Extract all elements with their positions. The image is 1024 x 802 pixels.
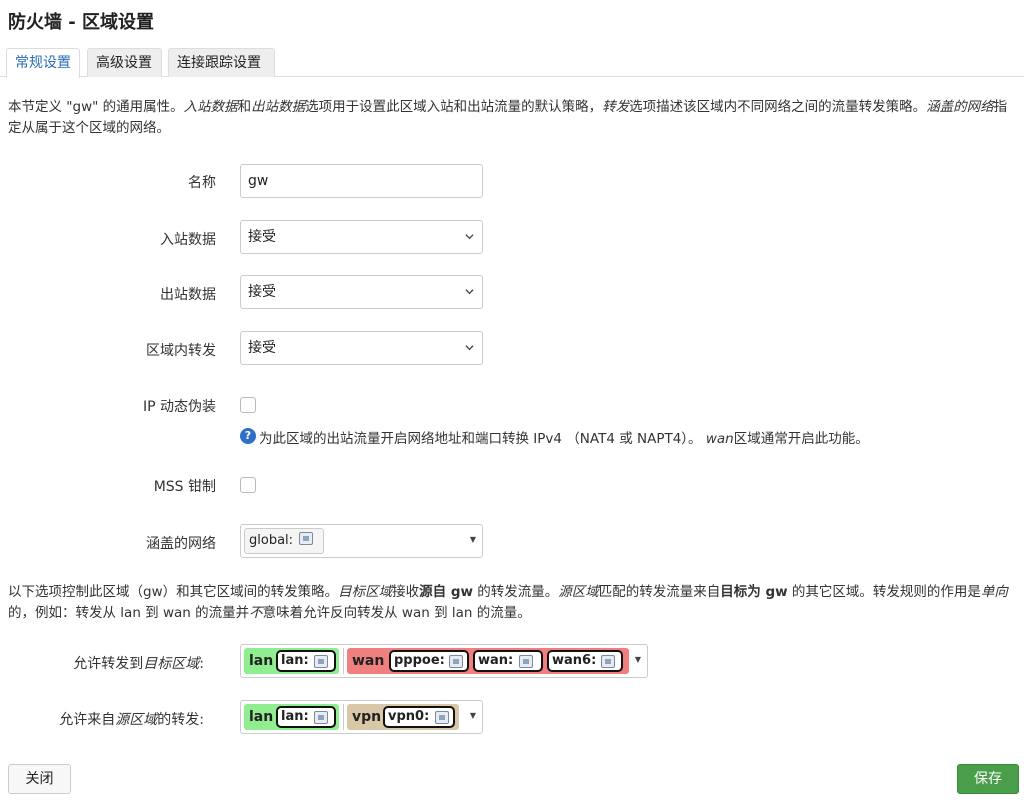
network-icon [299,532,313,545]
network-icon [449,655,463,668]
network-chip-pppoe: pppoe: [389,650,469,672]
input-policy-select[interactable]: 接受 [240,220,483,254]
caret-down-icon: ▼ [469,711,476,720]
mss-checkbox[interactable] [240,477,256,493]
tab-conntrack[interactable]: 连接跟踪设置 [168,48,275,77]
masq-label: IP 动态伪装 [142,399,216,415]
page-title: 防火墙 - 区域设置 [8,12,155,33]
chevron-down-icon [465,345,474,351]
network-icon [601,655,615,668]
network-icon [435,711,449,724]
network-chip-wan6: wan6: [547,650,623,672]
network-icon [314,711,328,724]
network-icon [519,655,533,668]
chevron-down-icon [465,234,474,240]
network-chip-lan: lan: [276,706,336,728]
dest-zones-select[interactable]: lan lan: wan pppoe: wan: wan6: ▼ [240,644,648,678]
tab-bar: 常规设置 高级设置 连接跟踪设置 [0,48,1024,78]
forwarding-description: 以下选项控制此区域（gw）和其它区域间的转发策略。目标区域接收源自 gw 的转发… [8,584,1008,621]
src-zones-label: 允许来自源区域的转发: [59,712,204,728]
divider [343,704,344,730]
src-zones-select[interactable]: lan lan: vpn vpn0: ▼ [240,700,483,734]
forward-policy-label: 区域内转发 [146,343,216,359]
tab-advanced[interactable]: 高级设置 [87,48,162,77]
network-chip-vpn0: vpn0: [383,706,455,728]
network-chip-wan: wan: [473,650,543,672]
masq-help-text: 为此区域的出站流量开启网络地址和端口转换 IPv4 （NAT4 或 NAPT4）… [259,431,869,447]
dest-zones-label: 允许转发到目标区域: [73,656,204,672]
output-policy-label: 出站数据 [160,287,216,303]
network-chip-lan: lan: [276,650,336,672]
forward-policy-select[interactable]: 接受 [240,331,483,365]
mss-label: MSS 钳制 [153,479,216,495]
name-label: 名称 [188,175,216,191]
close-button[interactable]: 关闭 [8,764,71,794]
save-button[interactable]: 保存 [957,764,1019,794]
caret-down-icon: ▼ [469,535,476,544]
input-policy-label: 入站数据 [160,232,216,248]
tab-general[interactable]: 常规设置 [6,48,80,78]
caret-down-icon: ▼ [634,655,641,664]
network-chip: global: [244,528,324,554]
zone-vpn: vpn vpn0: [347,704,459,730]
zone-lan: lan lan: [244,704,339,730]
networks-select[interactable]: global: ▼ [240,524,483,558]
chevron-down-icon [465,289,474,295]
divider [343,648,344,674]
section-description: 本节定义 "gw" 的通用属性。入站数据和出站数据选项用于设置此区域入站和出站流… [8,99,1008,136]
question-icon: ? [240,428,256,444]
networks-label: 涵盖的网络 [146,536,216,552]
network-icon [314,655,328,668]
zone-wan: wan pppoe: wan: wan6: [347,648,629,674]
zone-lan: lan lan: [244,648,339,674]
masq-checkbox[interactable] [240,397,256,413]
name-input[interactable]: gw [240,164,483,198]
output-policy-select[interactable]: 接受 [240,275,483,309]
